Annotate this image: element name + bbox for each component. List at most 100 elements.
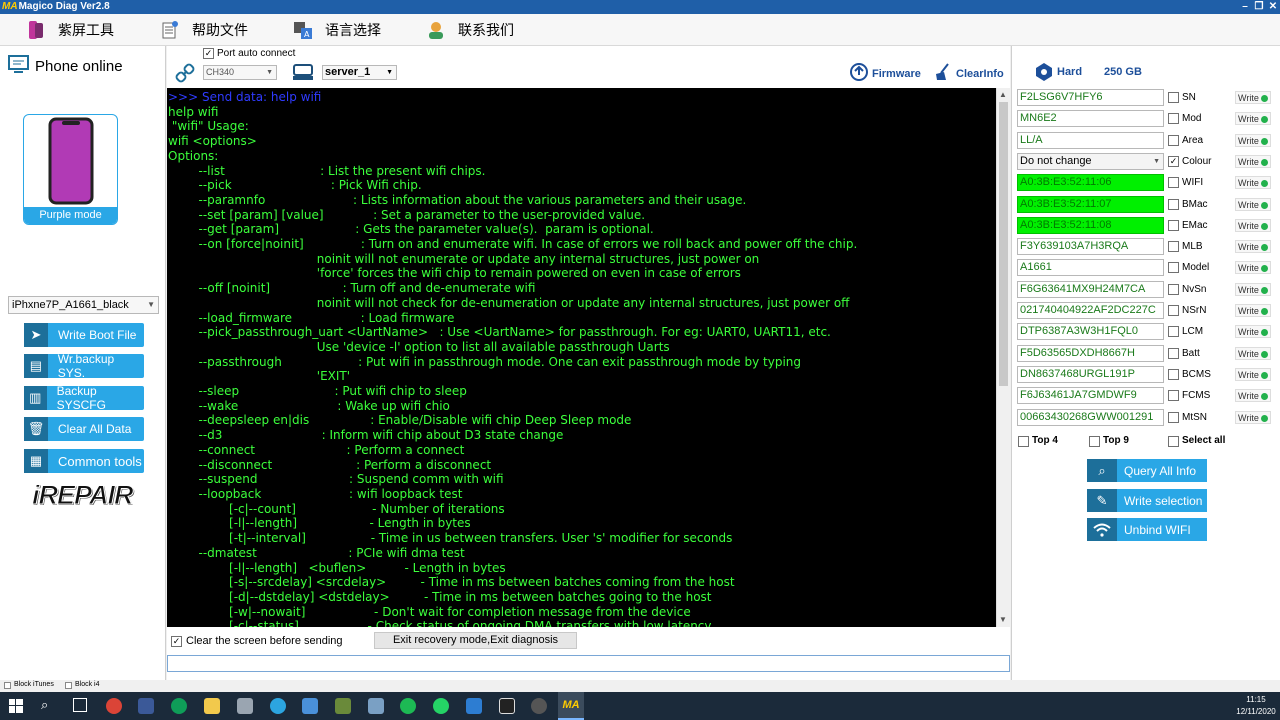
app-icon[interactable] (302, 698, 318, 714)
clear-all-data-button[interactable]: 🗑 Clear All Data (24, 417, 144, 441)
clear-screen-option[interactable]: ✓ Clear the screen before sending (171, 635, 343, 647)
block-itunes-checkbox[interactable] (4, 682, 11, 689)
clear-info-button[interactable]: ClearInfo (933, 62, 1004, 85)
write-boot-file-button[interactable]: ➤ Write Boot File (24, 323, 144, 347)
clear-screen-checkbox[interactable]: ✓ (171, 635, 182, 647)
checkbox-mod[interactable] (1168, 113, 1179, 125)
checkbox-area[interactable] (1168, 134, 1179, 146)
phone-mode-card[interactable]: Purple mode (23, 114, 118, 225)
task-view-icon[interactable] (73, 698, 87, 712)
device-select[interactable]: iPhxne7P_A1661_black ▼ (8, 296, 159, 314)
field-fcms[interactable]: F6J63461JA7GMDWF9 (1017, 387, 1164, 405)
write-button-mod[interactable]: Write (1235, 112, 1271, 126)
checkbox-lcm[interactable] (1168, 326, 1179, 338)
checkbox-colour[interactable]: ✓ (1168, 155, 1179, 167)
menu-contact[interactable]: 联系我们 (426, 14, 514, 46)
field-lcm[interactable]: DTP6387A3W3H1FQL0 (1017, 323, 1164, 341)
field-wifi[interactable]: A0:3B:E3:52:11:06 (1017, 174, 1164, 192)
field-nvsn[interactable]: F6G63641MX9H24M7CA (1017, 280, 1164, 298)
field-mlb[interactable]: F3Y639103A7H3RQA (1017, 238, 1164, 256)
field-bcms[interactable]: DN8637468URGL191P (1017, 365, 1164, 383)
select-all-checkbox[interactable] (1168, 436, 1179, 447)
query-all-info-button[interactable]: ⌕ Query All Info (1087, 459, 1207, 482)
port-auto-connect-checkbox[interactable]: ✓ (203, 48, 214, 59)
write-button-bmac[interactable]: Write (1235, 197, 1271, 211)
unbind-wifi-button[interactable]: Unbind WIFI (1087, 518, 1207, 541)
field-nsrn[interactable]: 021740404922AF2DC227C (1017, 302, 1164, 319)
menu-help-file[interactable]: 帮助文件 (160, 14, 248, 46)
write-button-wifi[interactable]: Write (1235, 176, 1271, 190)
menu-language[interactable]: A 语言选择 (293, 14, 381, 46)
checkbox-model[interactable] (1168, 262, 1179, 274)
checkbox-mtsn[interactable] (1168, 411, 1179, 423)
write-button-emac[interactable]: Write (1235, 218, 1271, 232)
block-i4-checkbox[interactable] (65, 682, 72, 689)
app-icon[interactable] (237, 698, 253, 714)
scroll-up-icon[interactable]: ▲ (999, 90, 1007, 99)
field-batt[interactable]: F5D63565DXDH8667H (1017, 344, 1164, 362)
checkbox-bmac[interactable] (1168, 198, 1179, 210)
write-button-nvsn[interactable]: Write (1235, 282, 1271, 296)
field-emac[interactable]: A0:3B:E3:52:11:08 (1017, 216, 1164, 234)
chrome-icon[interactable] (106, 698, 122, 714)
top4-checkbox[interactable] (1018, 436, 1029, 447)
scroll-down-icon[interactable]: ▼ (999, 615, 1007, 624)
write-button-fcms[interactable]: Write (1235, 389, 1271, 403)
magico-taskbar-icon[interactable]: MA (558, 692, 584, 720)
restore-icon[interactable]: ❐ (1252, 0, 1266, 14)
field-model[interactable]: A1661 (1017, 259, 1164, 277)
windows-start-icon[interactable] (9, 699, 23, 716)
write-button-batt[interactable]: Write (1235, 346, 1271, 360)
checkbox-fcms[interactable] (1168, 390, 1179, 402)
common-tools-button[interactable]: ▦ Common tools (24, 449, 144, 473)
backup-syscfg-button[interactable]: ▥ Backup SYSCFG (24, 384, 144, 412)
field-mod[interactable]: MN6E2 (1017, 110, 1164, 128)
app-icon[interactable] (499, 698, 515, 714)
checkbox-mlb[interactable] (1168, 241, 1179, 253)
firmware-button[interactable]: Firmware (849, 62, 921, 85)
write-button-mlb[interactable]: Write (1235, 240, 1271, 254)
port-auto-connect[interactable]: ✓ Port auto connect (203, 48, 295, 59)
edge-icon[interactable] (171, 698, 187, 714)
console-output[interactable]: >>> Send data: help wifi help wifi "wifi"… (167, 88, 996, 627)
write-button-model[interactable]: Write (1235, 261, 1271, 275)
write-button-colour[interactable]: Write (1235, 154, 1271, 168)
write-button-nsrn[interactable]: Write (1235, 304, 1271, 317)
field-sn[interactable]: F2LSG6V7HFY6 (1017, 89, 1164, 106)
app-icon[interactable] (466, 698, 482, 714)
checkbox-nsrn[interactable] (1168, 305, 1179, 316)
close-icon[interactable]: ✕ (1266, 0, 1280, 14)
minimize-icon[interactable]: – (1238, 0, 1252, 14)
checkbox-bcms[interactable] (1168, 368, 1179, 380)
port-select[interactable]: CH340 ▼ (203, 65, 277, 80)
app-icon[interactable] (138, 698, 154, 714)
app-icon[interactable] (531, 698, 547, 714)
server-select[interactable]: server_1 ▼ (322, 65, 397, 80)
write-backup-sys-button[interactable]: ▤ Wr.backup SYS. (24, 352, 144, 380)
checkbox-batt[interactable] (1168, 347, 1179, 359)
write-button-area[interactable]: Write (1235, 133, 1271, 147)
app-icon[interactable] (335, 698, 351, 714)
checkbox-emac[interactable] (1168, 219, 1179, 231)
file-explorer-icon[interactable] (204, 698, 220, 714)
colour-select[interactable]: Do not change ▼ (1017, 152, 1164, 170)
top9-checkbox[interactable] (1089, 436, 1100, 447)
console-scrollbar[interactable]: ▲ ▼ (996, 88, 1010, 627)
write-button-bcms[interactable]: Write (1235, 367, 1271, 381)
checkbox-wifi[interactable] (1168, 177, 1179, 189)
search-icon[interactable]: ⌕ (41, 697, 48, 713)
scroll-thumb[interactable] (999, 102, 1008, 386)
write-button-mtsn[interactable]: Write (1235, 410, 1271, 424)
app-icon[interactable] (368, 698, 384, 714)
field-bmac[interactable]: A0:3B:E3:52:11:07 (1017, 195, 1164, 213)
checkbox-sn[interactable] (1168, 92, 1179, 103)
checkbox-nvsn[interactable] (1168, 283, 1179, 295)
write-button-lcm[interactable]: Write (1235, 325, 1271, 339)
whatsapp-icon[interactable] (433, 698, 449, 714)
field-mtsn[interactable]: 00663430268GWW001291 (1017, 408, 1164, 426)
telegram-icon[interactable] (270, 698, 286, 714)
field-area[interactable]: LL/A (1017, 131, 1164, 149)
spotify-icon[interactable] (400, 698, 416, 714)
write-button-sn[interactable]: Write (1235, 91, 1271, 104)
command-input[interactable] (167, 655, 1010, 672)
